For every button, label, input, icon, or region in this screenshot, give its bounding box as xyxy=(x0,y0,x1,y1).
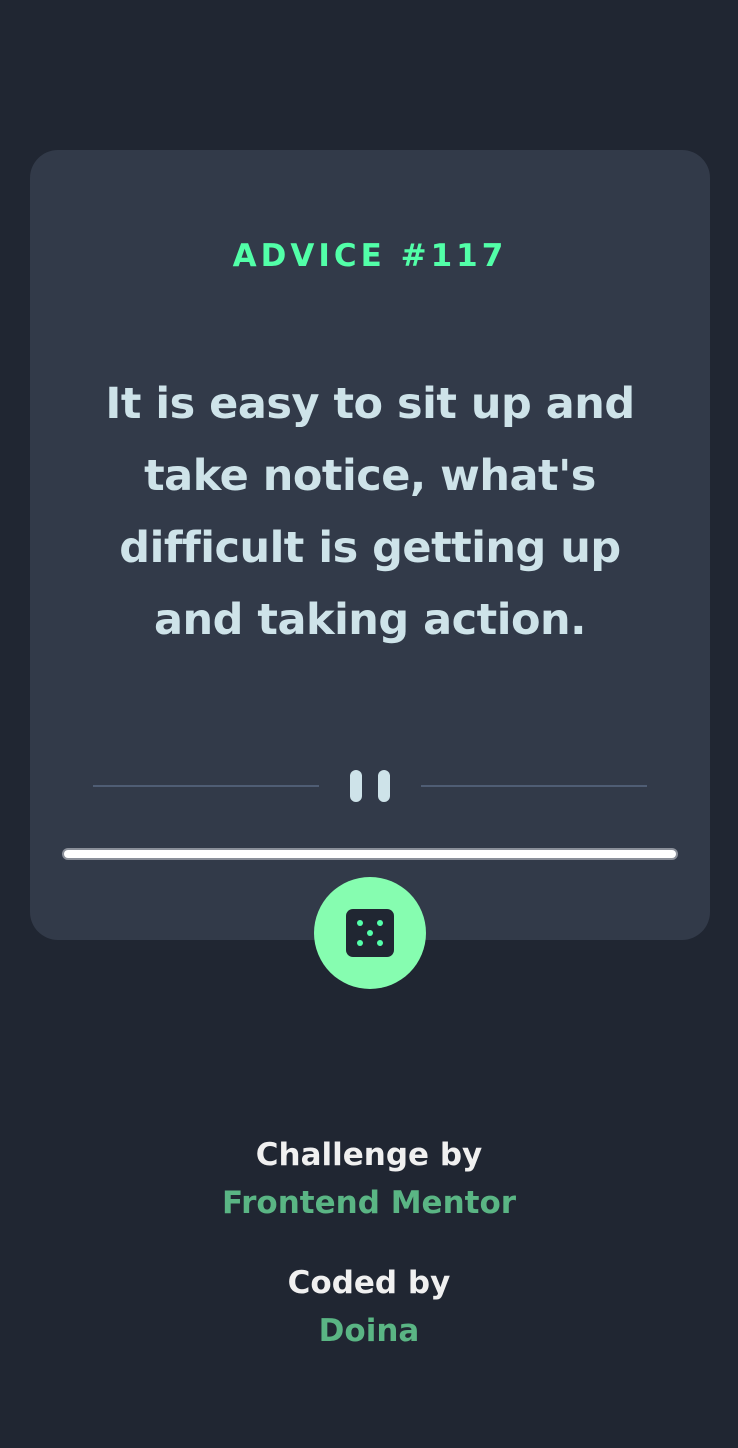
coder-credit: Doina xyxy=(0,1313,738,1349)
divider-left xyxy=(93,785,319,787)
advice-card: ADVICE #117 It is easy to sit up and tak… xyxy=(30,150,710,940)
author-link[interactable]: Doina xyxy=(319,1313,420,1349)
dice-five-icon xyxy=(346,909,394,957)
pause-icon-bar-right xyxy=(378,770,390,802)
coder-credit-label: Coded by xyxy=(287,1265,451,1301)
audio-progress-bar[interactable] xyxy=(62,848,678,860)
advice-quote: It is easy to sit up and take notice, wh… xyxy=(105,379,635,645)
pause-icon-bar-left xyxy=(350,770,362,802)
frontend-mentor-link[interactable]: Frontend Mentor xyxy=(222,1185,516,1221)
generate-advice-button[interactable] xyxy=(314,877,426,989)
challenge-credit: Frontend Mentor xyxy=(0,1185,738,1221)
challenge-credit-label: Challenge by xyxy=(255,1137,483,1173)
advice-number: ADVICE #117 xyxy=(232,238,508,274)
divider-right xyxy=(421,785,647,787)
audio-progress-fill xyxy=(64,850,676,858)
